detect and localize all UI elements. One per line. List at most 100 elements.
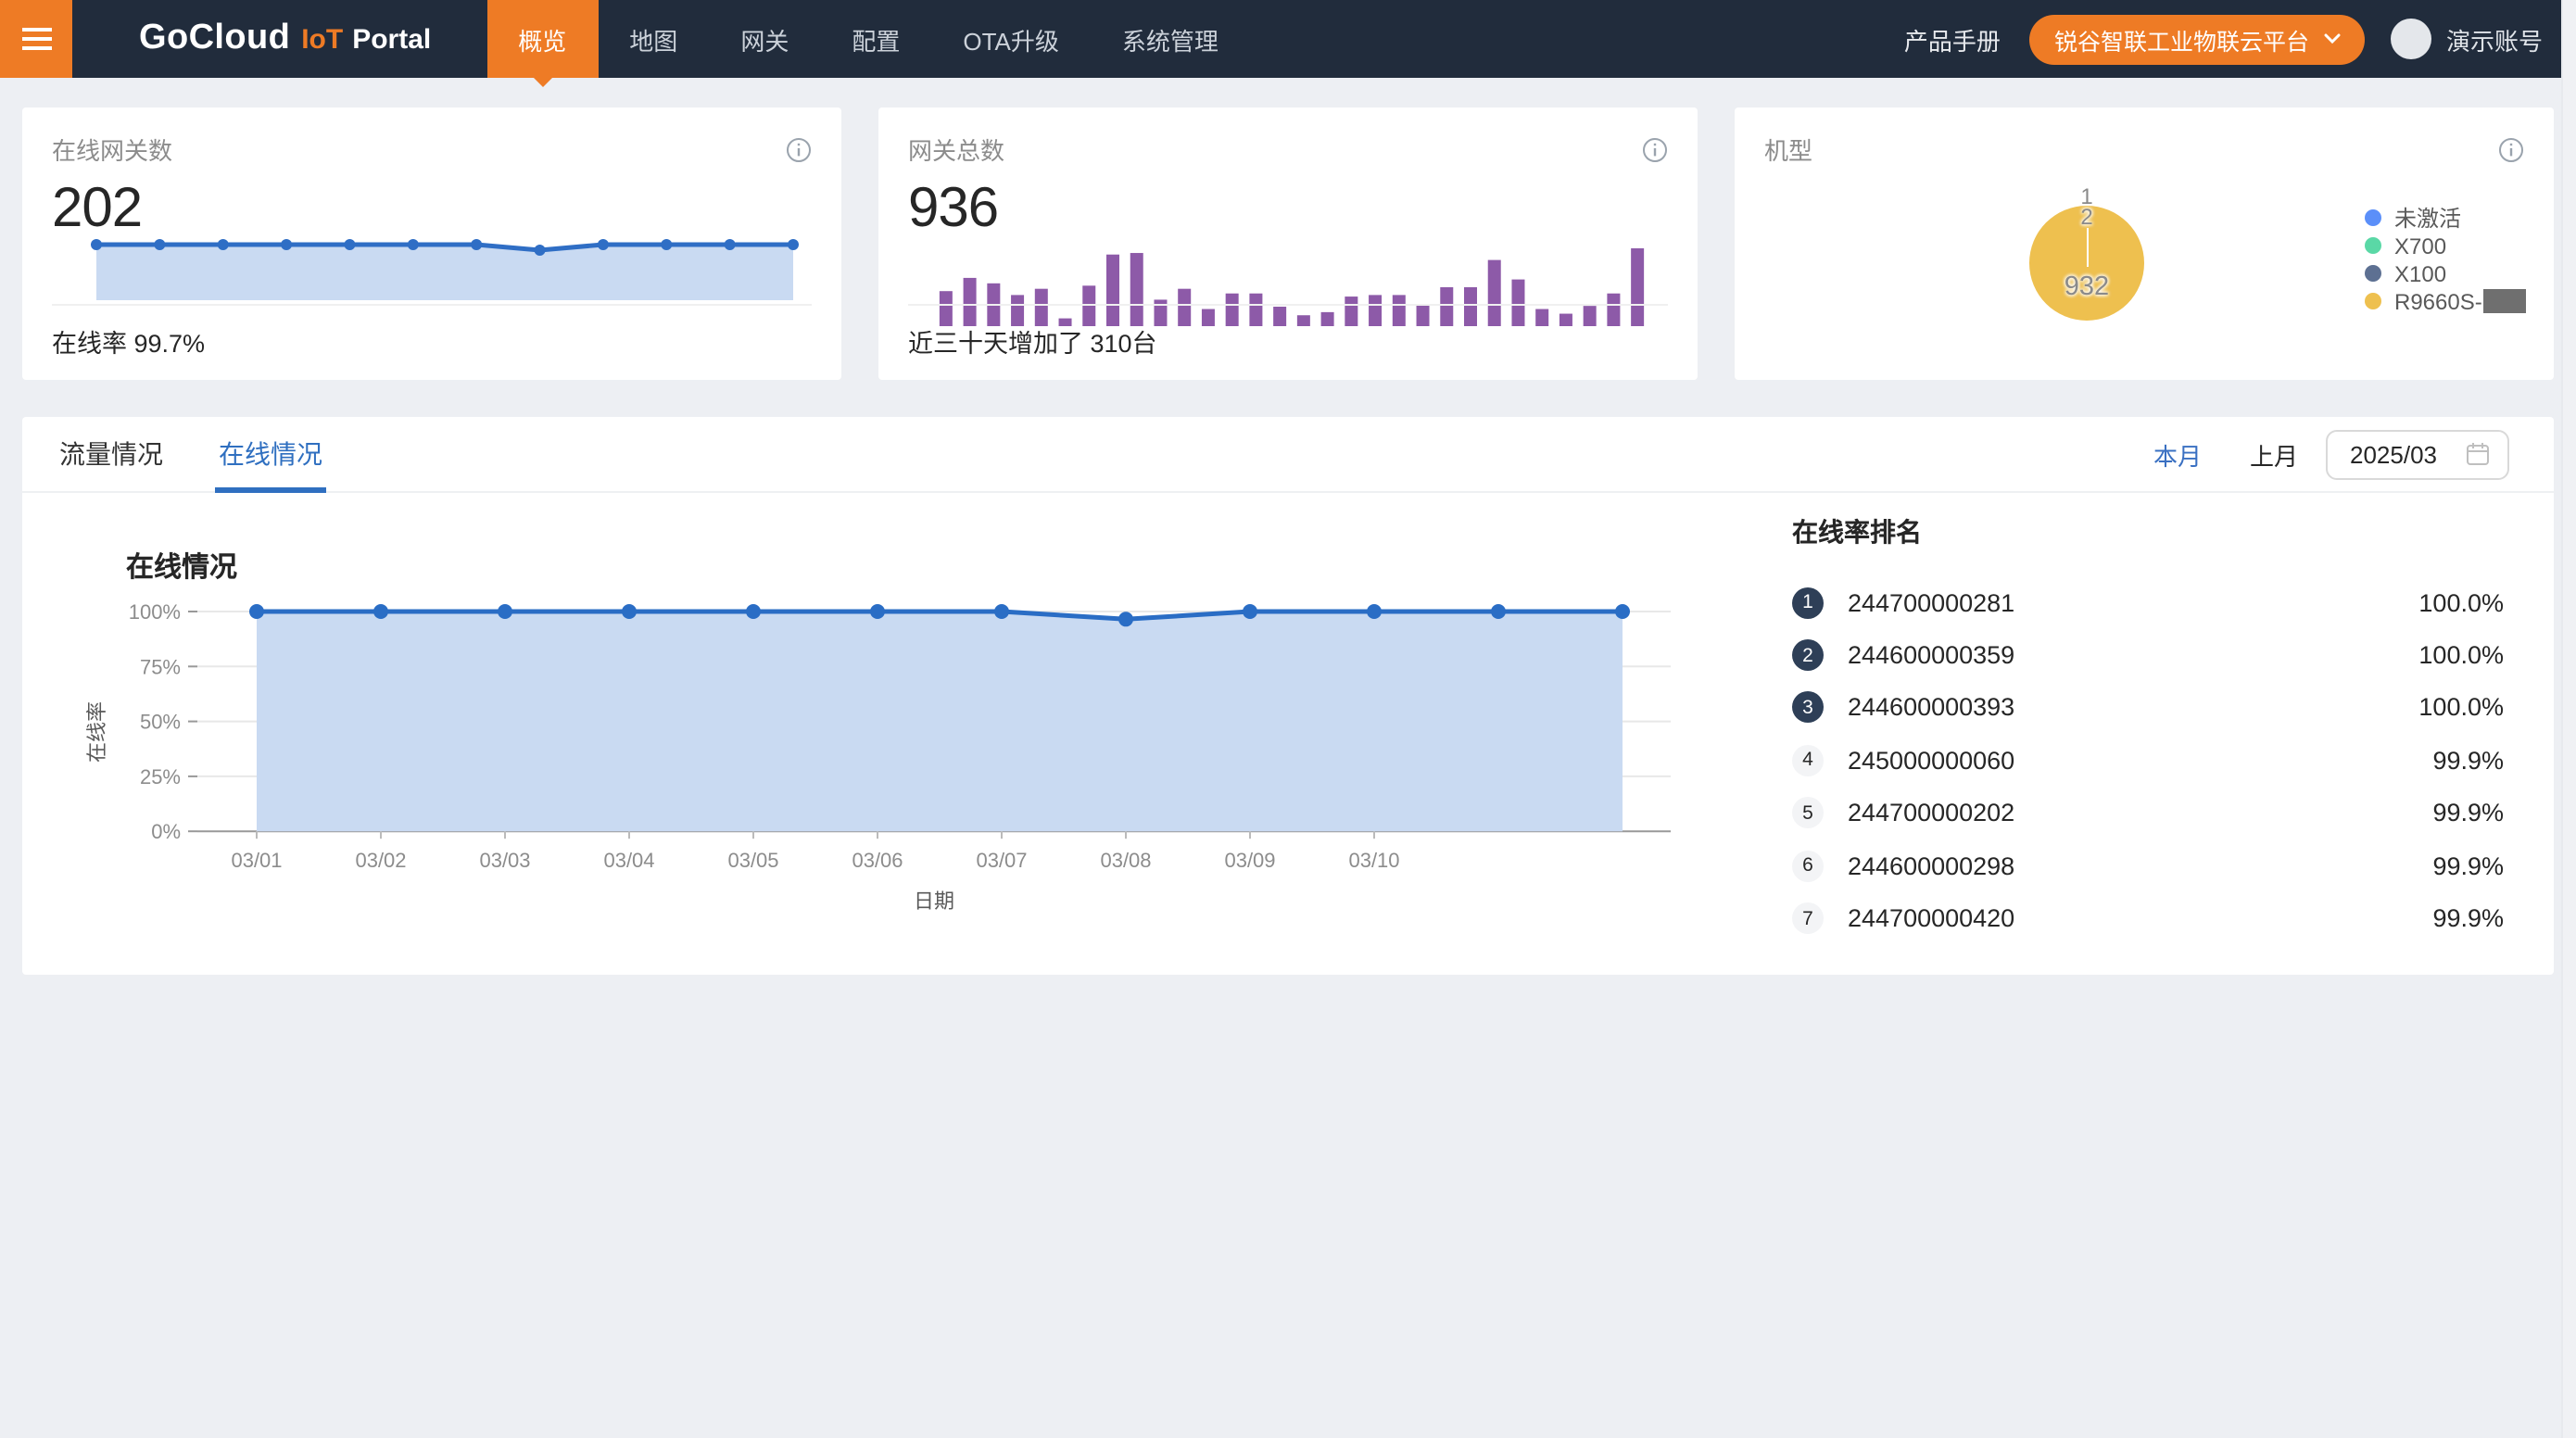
page: GoCloud IoT Portal 概览 地图 网关 配置 OTA升级 系统管… (0, 0, 2576, 1438)
brand-gocloud: GoCloud (139, 19, 290, 59)
nav-item-map[interactable]: 地图 (598, 0, 709, 78)
gateway-id: 244600000393 (1848, 694, 2014, 722)
legend-dot (2365, 293, 2381, 309)
online-status-chart-title: 在线情况 (126, 547, 237, 586)
legend-item-x700[interactable]: X700 (2365, 232, 2527, 259)
legend-label: X700 (2394, 233, 2446, 259)
svg-text:日期: 日期 (914, 889, 954, 913)
active-tab-arrow (531, 76, 553, 98)
product-manual-link[interactable]: 产品手册 (1904, 21, 2001, 57)
tab-online[interactable]: 在线情况 (215, 417, 326, 491)
rank-badge: 7 (1792, 902, 1824, 934)
svg-text:25%: 25% (140, 765, 181, 788)
tab-traffic[interactable]: 流量情况 (56, 417, 167, 491)
nav-item-config[interactable]: 配置 (820, 0, 931, 78)
navbar: GoCloud IoT Portal 概览 地图 网关 配置 OTA升级 系统管… (0, 0, 2576, 78)
tab-label: 流量情况 (59, 435, 163, 473)
brand-portal: Portal (352, 23, 431, 55)
detail-panel: 流量情况 在线情况 本月 上月 2025/03 (22, 417, 2554, 975)
month-picker-input[interactable]: 2025/03 (2326, 429, 2509, 479)
platform-name: 锐谷智联工业物联云平台 (2054, 21, 2309, 57)
online-rate-area-chart[interactable]: 100%75%50%25%0%03/0103/0203/0303/0403/05… (22, 593, 1727, 945)
gateway-id: 244600000298 (1848, 851, 2014, 879)
total-gateways-footer: 近三十天增加了 310台 (908, 304, 1668, 380)
svg-text:75%: 75% (140, 655, 181, 678)
month-picker-value: 2025/03 (2328, 440, 2465, 468)
legend-item-r9660s[interactable]: R9660S- (2365, 287, 2527, 315)
ranking-title: 在线率排名 (1792, 513, 2504, 550)
rank-badge: 5 (1792, 798, 1824, 829)
nav-item-gateway[interactable]: 网关 (709, 0, 820, 78)
panel-tabs-row: 流量情况 在线情况 本月 上月 2025/03 (22, 417, 2554, 493)
gateway-id: 244700000202 (1848, 800, 2014, 827)
rank-badge: 4 (1792, 745, 1824, 776)
ranking-row: 2 244600000359 100.0% (1792, 629, 2504, 682)
card-total-gateways: 网关总数 936 近三十天增加了 310台 (878, 107, 1698, 380)
svg-text:03/09: 03/09 (1224, 849, 1275, 872)
tab-label: 在线情况 (219, 435, 322, 473)
nav-item-ota[interactable]: OTA升级 (931, 0, 1091, 78)
svg-text:03/04: 03/04 (603, 849, 654, 872)
online-gateways-sparkline-chart[interactable] (89, 237, 801, 300)
nav-item-label: OTA升级 (963, 21, 1059, 57)
scrollbar-track[interactable] (2561, 0, 2576, 1438)
legend-item-x100[interactable]: X100 (2365, 259, 2527, 287)
online-rate-value: 99.9% (2432, 851, 2504, 879)
online-rate-value: 99.9% (2432, 904, 2504, 932)
ranking-row: 6 244600000298 99.9% (1792, 839, 2504, 892)
svg-text:0%: 0% (151, 820, 181, 843)
info-icon[interactable] (786, 136, 812, 162)
this-month-button[interactable]: 本月 (2153, 436, 2202, 472)
nav-item-system[interactable]: 系统管理 (1091, 0, 1250, 78)
legend-label: 未激活 (2394, 202, 2461, 233)
nav-item-label: 地图 (629, 21, 677, 57)
legend-label-text: R9660S- (2394, 288, 2482, 314)
nav-item-overview[interactable]: 概览 (486, 0, 598, 78)
redacted-text (2484, 289, 2527, 313)
hamburger-menu-icon[interactable] (0, 0, 72, 78)
card-online-gateways: 在线网关数 202 在线率 99.7% (22, 107, 841, 380)
ranking-row: 4 245000000060 99.9% (1792, 734, 2504, 787)
ranking-row: 3 244600000393 100.0% (1792, 682, 2504, 735)
navbar-right: 产品手册 锐谷智联工业物联云平台 演示账号 (1904, 0, 2576, 78)
online-rate-value: 100.0% (2418, 694, 2504, 722)
calendar-icon (2465, 441, 2491, 467)
online-gateways-count: 202 (22, 167, 841, 237)
rank-badge: 3 (1792, 692, 1824, 724)
model-pie-chart[interactable]: 1 2 932 未激活 X700 X100 (1735, 107, 2554, 380)
pie-label-main: 932 (2029, 272, 2144, 302)
online-rate-footer: 在线率 99.7% (52, 304, 812, 380)
gateway-id: 244700000281 (1848, 588, 2014, 616)
gateway-id: 244600000359 (1848, 641, 2014, 669)
gateway-id: 244700000420 (1848, 904, 2014, 932)
legend-item-inactive[interactable]: 未激活 (2365, 204, 2527, 232)
svg-text:03/07: 03/07 (976, 849, 1027, 872)
online-rate-value: 99.9% (2432, 800, 2504, 827)
total-gateways-count: 936 (878, 167, 1698, 237)
legend-label: R9660S- (2394, 288, 2527, 314)
legend-dot (2365, 209, 2381, 226)
rank-badge: 6 (1792, 850, 1824, 881)
svg-text:03/02: 03/02 (355, 849, 406, 872)
info-icon[interactable] (1642, 136, 1668, 162)
nav-item-label: 网关 (740, 21, 789, 57)
rank-badge: 2 (1792, 639, 1824, 671)
svg-text:03/05: 03/05 (727, 849, 778, 872)
platform-selector[interactable]: 锐谷智联工业物联云平台 (2030, 14, 2365, 64)
pie-label-slice2: 2 (2029, 204, 2144, 230)
nav-item-label: 概览 (518, 21, 566, 57)
svg-text:03/06: 03/06 (852, 849, 903, 872)
pie-label-leader-line (2087, 228, 2089, 267)
brand-logo[interactable]: GoCloud IoT Portal (139, 0, 431, 78)
main-nav: 概览 地图 网关 配置 OTA升级 系统管理 (486, 0, 1250, 78)
online-rate-value: 99.9% (2432, 747, 2504, 775)
avatar[interactable] (2391, 19, 2431, 59)
rank-badge: 1 (1792, 587, 1824, 618)
svg-text:03/10: 03/10 (1348, 849, 1399, 872)
svg-text:50%: 50% (140, 711, 181, 734)
brand-iot: IoT (301, 23, 343, 55)
ranking-rows: 1 244700000281 100.0% 2 244600000359 100… (1792, 576, 2504, 944)
legend-dot (2365, 265, 2381, 282)
last-month-button[interactable]: 上月 (2250, 436, 2298, 472)
card-title: 在线网关数 (52, 132, 172, 167)
